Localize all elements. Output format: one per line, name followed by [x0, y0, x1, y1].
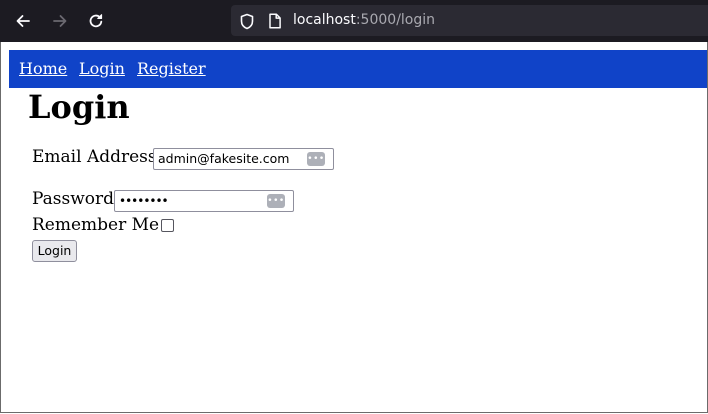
- page-title: Login: [28, 88, 130, 126]
- url-text: localhost:5000/login: [293, 12, 435, 29]
- email-value: admin@fakesite.com: [158, 151, 290, 166]
- login-submit-button[interactable]: Login: [32, 240, 77, 262]
- shield-icon[interactable]: [239, 13, 255, 30]
- email-label: Email Address: [32, 147, 157, 167]
- nav-link-login[interactable]: Login: [79, 59, 125, 79]
- remember-me-checkbox[interactable]: [161, 219, 174, 232]
- reload-icon: [89, 14, 103, 28]
- arrow-left-icon: [16, 15, 30, 27]
- email-field[interactable]: admin@fakesite.com •••: [153, 148, 334, 170]
- site-nav: Home Login Register: [9, 50, 707, 88]
- page-icon[interactable]: [268, 13, 282, 29]
- browser-toolbar: localhost:5000/login: [0, 0, 708, 42]
- password-manager-icon[interactable]: •••: [267, 194, 285, 208]
- nav-link-register[interactable]: Register: [137, 59, 206, 79]
- password-value: ••••••••: [119, 194, 169, 208]
- url-host: localhost: [293, 12, 356, 28]
- password-label: Password: [32, 189, 115, 209]
- password-field[interactable]: •••••••• •••: [114, 190, 294, 212]
- url-path: :5000/login: [355, 12, 436, 28]
- back-button[interactable]: [13, 11, 33, 31]
- password-manager-icon[interactable]: •••: [307, 152, 325, 166]
- nav-link-home[interactable]: Home: [19, 59, 67, 79]
- reload-button[interactable]: [86, 11, 106, 31]
- address-bar[interactable]: localhost:5000/login: [231, 5, 708, 36]
- forward-button[interactable]: [50, 11, 70, 31]
- arrow-right-icon: [53, 15, 67, 27]
- remember-me-label: Remember Me: [32, 215, 160, 235]
